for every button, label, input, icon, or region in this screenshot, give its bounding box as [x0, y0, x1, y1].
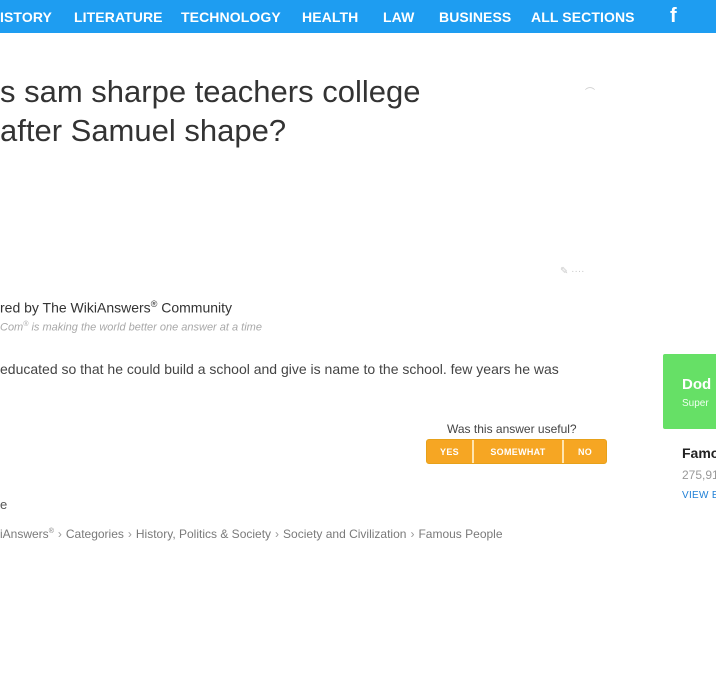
sidebar-view-link[interactable]: VIEW E: [682, 490, 716, 501]
nav-item-literature[interactable]: LITERATURE: [74, 9, 163, 25]
community-tagline: Com® is making the world better one answ…: [0, 321, 262, 334]
faint-artifact-mark: ⌒: [585, 88, 595, 99]
nav-item-technology[interactable]: TECHNOLOGY: [181, 9, 281, 25]
answer-useful-prompt: Was this answer useful?: [447, 422, 577, 436]
yes-button[interactable]: YES: [427, 440, 474, 463]
breadcrumb-separator-icon: ›: [410, 527, 415, 541]
no-button[interactable]: NO: [564, 440, 606, 463]
question-title-line-1: s sam sharpe teachers college: [0, 74, 421, 109]
tagline-prefix: Com: [0, 321, 24, 334]
answer-feedback-buttons: YES SOMEWHAT NO: [426, 439, 607, 464]
sidebar-card-subtitle: Super: [682, 398, 709, 409]
question-title-line-2: after Samuel shape?: [0, 113, 287, 148]
nav-item-history[interactable]: ISTORY: [0, 9, 52, 25]
breadcrumb-item-categories[interactable]: Categories: [66, 527, 124, 541]
breadcrumb-separator-icon: ›: [127, 527, 132, 541]
breadcrumb-item-society-civilization[interactable]: Society and Civilization: [283, 527, 406, 541]
breadcrumb-home-reg-mark: ®: [48, 528, 54, 535]
somewhat-button[interactable]: SOMEWHAT: [474, 440, 564, 463]
tagline-suffix: is making the world better one answer at…: [28, 321, 262, 334]
question-title: s sam sharpe teachers college after Samu…: [0, 72, 470, 150]
sidebar-card-title: Dod: [682, 376, 712, 393]
breadcrumb-separator-icon: ›: [275, 527, 280, 541]
answered-by-suffix: Community: [157, 299, 233, 316]
answered-by-prefix: red by The WikiAnswers: [0, 299, 151, 316]
answer-text: educated so that he could build a school…: [0, 361, 559, 377]
breadcrumb-separator-icon: ›: [57, 527, 62, 541]
nav-item-all-sections[interactable]: ALL SECTIONS: [531, 9, 635, 25]
top-navigation-bar: ISTORY LITERATURE TECHNOLOGY HEALTH LAW …: [0, 0, 716, 33]
nav-item-health[interactable]: HEALTH: [302, 9, 358, 25]
nav-item-business[interactable]: BUSINESS: [439, 9, 511, 25]
facebook-icon[interactable]: f: [670, 5, 682, 27]
breadcrumb-item-famous-people[interactable]: Famous People: [418, 527, 502, 541]
breadcrumb-home-label: iAnswers: [0, 527, 49, 541]
sidebar-question-count: 275,91: [682, 468, 716, 482]
edit-icon[interactable]: ✎ ····: [560, 266, 584, 277]
nav-item-law[interactable]: LAW: [383, 9, 414, 25]
sidebar-promo-card[interactable]: Dod Super: [663, 354, 716, 429]
breadcrumb: iAnswers® › Categories › History, Politics &…: [0, 527, 503, 541]
breadcrumb-item-history-politics-society[interactable]: History, Politics & Society: [136, 527, 271, 541]
breadcrumb-home[interactable]: iAnswers®: [0, 527, 54, 541]
answered-by-line: red by The WikiAnswers® Community: [0, 299, 232, 316]
sidebar-category-heading: Famo: [682, 445, 716, 461]
truncated-text-fragment: e: [0, 497, 8, 512]
